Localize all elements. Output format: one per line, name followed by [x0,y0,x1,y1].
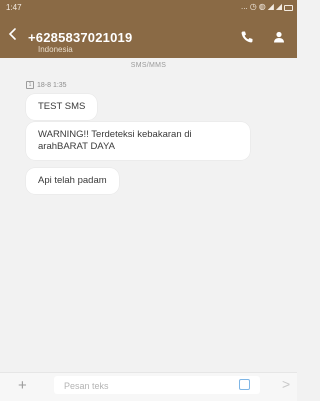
status-time: 1:47 [6,3,22,12]
contact-button[interactable] [272,30,286,44]
message-bubble[interactable]: TEST SMS [26,94,98,120]
alarm-icon: ◷ [249,2,257,11]
battery-icon [284,4,293,11]
signal-icon: ◢ [267,2,274,11]
message-input-placeholder: Pesan teks [64,381,109,391]
message-bubble[interactable]: WARNING!! Terdeteksi kebakaran di arahBA… [26,122,250,160]
app-header: 1:47 ... ◷ ◍ ◢ ◢ +6285837021019 Indonesi… [0,0,297,58]
contact-number: +6285837021019 [28,30,133,45]
message-type-label: SMS/MMS [130,62,167,69]
attach-button[interactable]: + [18,378,27,393]
status-icons: ... ◷ ◍ ◢ ◢ [241,2,293,12]
phone-icon [241,31,253,43]
message-bubble[interactable]: Api telah padam [26,168,119,194]
emoji-icon[interactable] [239,379,250,390]
back-button[interactable] [8,28,18,40]
contact-location: Indonesia [38,45,73,54]
send-button[interactable]: > [282,377,290,391]
call-button[interactable] [240,30,254,44]
sim-icon: 1 [26,81,34,89]
status-bar: 1:47 ... ◷ ◍ ◢ ◢ [0,0,297,14]
timestamp-text: 18-8 1:35 [37,81,67,89]
message-timestamp: 1 18-8 1:35 [26,81,67,89]
wifi-icon: ◍ [258,2,266,11]
signal-2-icon: ◢ [275,2,282,11]
person-icon [274,31,284,43]
status-dots: ... [241,2,248,11]
chevron-left-icon [8,28,16,40]
